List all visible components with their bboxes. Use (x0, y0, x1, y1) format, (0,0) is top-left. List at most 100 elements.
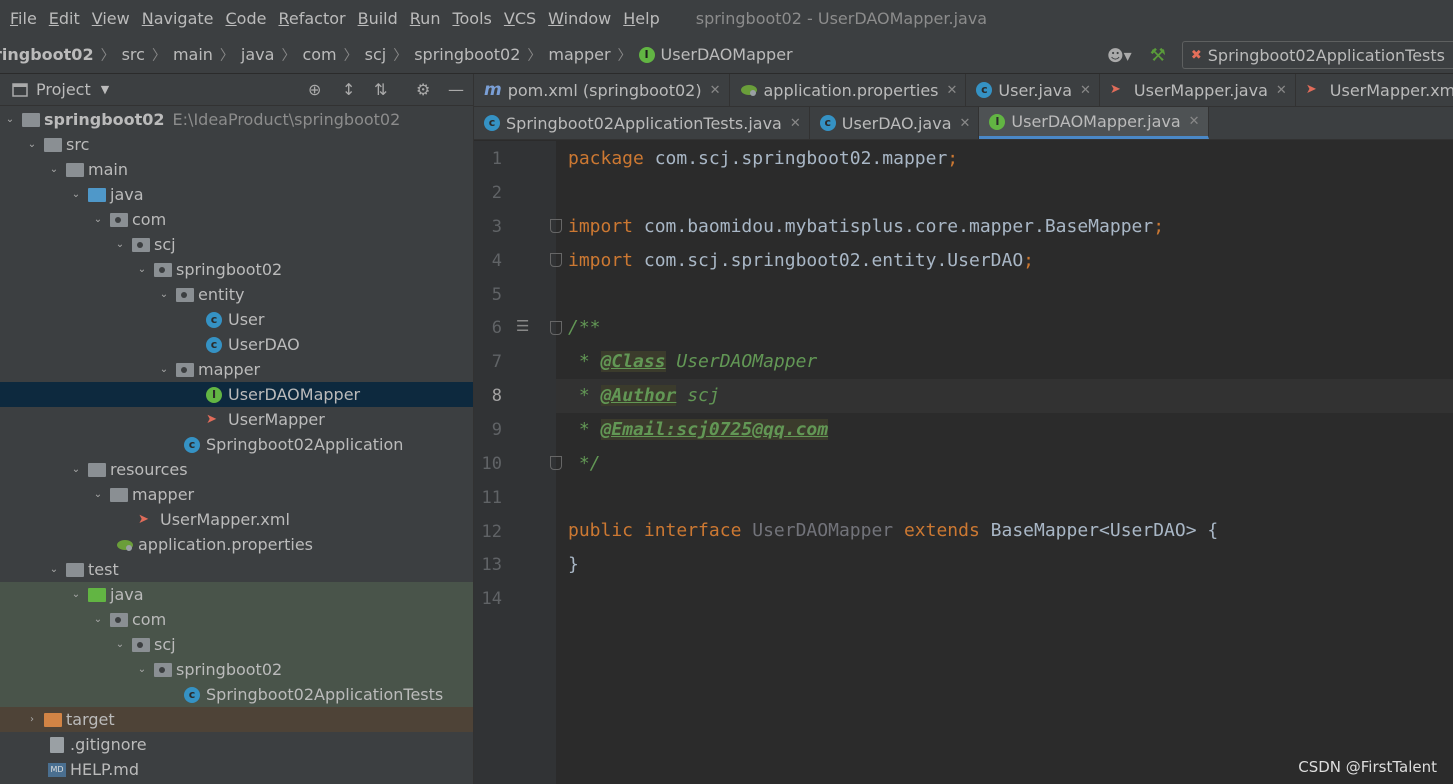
menu-edit[interactable]: Edit (39, 9, 80, 28)
menu-code[interactable]: Code (216, 9, 267, 28)
chevron-right-icon: 〉 (281, 47, 296, 64)
tree-item-springboot02[interactable]: ⌄ springboot02 (0, 257, 473, 282)
tree-item-resources-mapper[interactable]: ⌄ mapper (0, 482, 473, 507)
breadcrumb-mapper[interactable]: mapper (548, 45, 610, 64)
menu-file[interactable]: File (0, 9, 37, 28)
breadcrumb-project[interactable]: ringboot02 (0, 45, 94, 64)
tree-label: src (66, 135, 90, 154)
tree-item-scj[interactable]: ⌄ scj (0, 232, 473, 257)
folder-icon (110, 487, 128, 502)
tree-item-help-md[interactable]: MD HELP.md (0, 757, 473, 782)
tree-item-userdao[interactable]: c UserDAO (0, 332, 473, 357)
user-dropdown-icon[interactable]: ☻▾ (1107, 46, 1132, 65)
chevron-down-icon[interactable]: ⌄ (114, 239, 126, 250)
code-editor[interactable]: package com.scj.springboot02.mapper; imp… (556, 141, 1453, 784)
close-icon[interactable]: ✕ (790, 116, 801, 131)
tree-item-mapper[interactable]: ⌄ mapper (0, 357, 473, 382)
tree-item-target[interactable]: › target (0, 707, 473, 732)
tree-item-entity[interactable]: ⌄ entity (0, 282, 473, 307)
breadcrumb-file[interactable]: UserDAOMapper (661, 45, 793, 64)
import-path: com.baomidou.mybatisplus.core.mapper.Bas… (633, 216, 1154, 237)
tree-label: main (88, 160, 128, 179)
menu-refactor[interactable]: Refactor (268, 9, 345, 28)
locate-icon[interactable]: ⊕ (308, 80, 321, 99)
chevron-down-icon[interactable]: ⌄ (70, 464, 82, 475)
tree-item-project-root[interactable]: ⌄ springboot02 E:\IdeaProduct\springboot… (0, 107, 473, 132)
tree-item-test[interactable]: ⌄ test (0, 557, 473, 582)
project-view-title[interactable]: Project (36, 80, 91, 99)
tab-usermapper-java[interactable]: ➤ UserMapper.java ✕ (1100, 74, 1296, 106)
expand-all-icon[interactable]: ↕ (342, 80, 355, 99)
menu-window[interactable]: Window (538, 9, 611, 28)
tree-item-gitignore[interactable]: .gitignore (0, 732, 473, 757)
chevron-right-icon[interactable]: › (26, 714, 38, 725)
tree-item-test-com[interactable]: ⌄ com (0, 607, 473, 632)
chevron-down-icon[interactable]: ▼ (101, 83, 109, 96)
tree-item-usermapper-xml[interactable]: ➤ UserMapper.xml (0, 507, 473, 532)
close-icon[interactable]: ✕ (1080, 83, 1091, 98)
tree-item-test-scj[interactable]: ⌄ scj (0, 632, 473, 657)
tree-item-test-java[interactable]: ⌄ java (0, 582, 473, 607)
chevron-down-icon[interactable]: ⌄ (70, 589, 82, 600)
tree-item-application[interactable]: c Springboot02Application (0, 432, 473, 457)
breadcrumb-src[interactable]: src (122, 45, 145, 64)
close-icon[interactable]: ✕ (1276, 83, 1287, 98)
tab-usermapper-xml[interactable]: ➤UserMapper.xml✕ (1296, 74, 1453, 106)
gear-icon[interactable]: ⚙ (416, 80, 430, 99)
menu-help[interactable]: Help (613, 9, 659, 28)
chevron-down-icon[interactable]: ⌄ (4, 114, 16, 125)
keyword: package (568, 148, 644, 169)
chevron-down-icon[interactable]: ⌄ (158, 364, 170, 375)
tab-userdaomapper-java[interactable]: I UserDAOMapper.java ✕ (979, 107, 1209, 139)
close-icon[interactable]: ✕ (960, 116, 971, 131)
tree-item-java[interactable]: ⌄ java (0, 182, 473, 207)
tree-item-src[interactable]: ⌄ src (0, 132, 473, 157)
breadcrumb-com[interactable]: com (302, 45, 336, 64)
breadcrumb-java[interactable]: java (241, 45, 275, 64)
chevron-down-icon[interactable]: ⌄ (26, 139, 38, 150)
breadcrumb-springboot02[interactable]: springboot02 (414, 45, 520, 64)
chevron-down-icon[interactable]: ⌄ (158, 289, 170, 300)
menu-run[interactable]: Run (400, 9, 441, 28)
run-configuration-selector[interactable]: ✖ Springboot02ApplicationTests (1181, 41, 1453, 69)
collapse-all-icon[interactable]: ⇅ (374, 80, 387, 99)
chevron-down-icon[interactable]: ⌄ (136, 664, 148, 675)
tab-application-properties[interactable]: application.properties ✕ (730, 74, 967, 106)
chevron-down-icon[interactable]: ⌄ (92, 214, 104, 225)
tree-item-userdaomapper[interactable]: I UserDAOMapper (0, 382, 473, 407)
chevron-down-icon[interactable]: ⌄ (92, 489, 104, 500)
chevron-down-icon[interactable]: ⌄ (114, 639, 126, 650)
tree-item-test-springboot02[interactable]: ⌄ springboot02 (0, 657, 473, 682)
chevron-down-icon[interactable]: ⌄ (48, 164, 60, 175)
tab-userdao-java[interactable]: c UserDAO.java ✕ (810, 107, 980, 139)
close-icon[interactable]: ✕ (947, 83, 958, 98)
breadcrumb-scj[interactable]: scj (365, 45, 387, 64)
tree-item-tests-class[interactable]: c Springboot02ApplicationTests (0, 682, 473, 707)
tab-tests-java[interactable]: c Springboot02ApplicationTests.java ✕ (474, 107, 810, 139)
chevron-down-icon[interactable]: ⌄ (92, 614, 104, 625)
chevron-down-icon[interactable]: ⌄ (70, 189, 82, 200)
tab-pom-xml[interactable]: m pom.xml (springboot02) ✕ (474, 74, 730, 106)
menu-vcs[interactable]: VCS (494, 9, 536, 28)
tree-item-user[interactable]: c User (0, 307, 473, 332)
breadcrumb-main[interactable]: main (173, 45, 213, 64)
menu-build[interactable]: Build (348, 9, 398, 28)
tree-item-com[interactable]: ⌄ com (0, 207, 473, 232)
tree-item-usermapper[interactable]: ➤ UserMapper (0, 407, 473, 432)
chevron-down-icon[interactable]: ⌄ (48, 564, 60, 575)
tree-item-application-properties[interactable]: application.properties (0, 532, 473, 557)
tree-item-main[interactable]: ⌄ main (0, 157, 473, 182)
run-configuration-label: Springboot02ApplicationTests (1207, 45, 1445, 65)
close-icon[interactable]: ✕ (1189, 114, 1200, 129)
tab-user-java[interactable]: c User.java ✕ (966, 74, 1100, 106)
hammer-icon[interactable]: ⚒ (1150, 45, 1166, 66)
menu-navigate[interactable]: Navigate (132, 9, 214, 28)
menu-tools[interactable]: Tools (442, 9, 491, 28)
tree-label: Springboot02ApplicationTests (206, 685, 444, 704)
minimize-icon[interactable]: — (448, 80, 464, 99)
chevron-down-icon[interactable]: ⌄ (136, 264, 148, 275)
menu-view[interactable]: View (82, 9, 130, 28)
close-icon[interactable]: ✕ (710, 83, 721, 98)
rendered-doc-icon[interactable]: ☰ (516, 317, 529, 335)
tree-item-resources[interactable]: ⌄ resources (0, 457, 473, 482)
